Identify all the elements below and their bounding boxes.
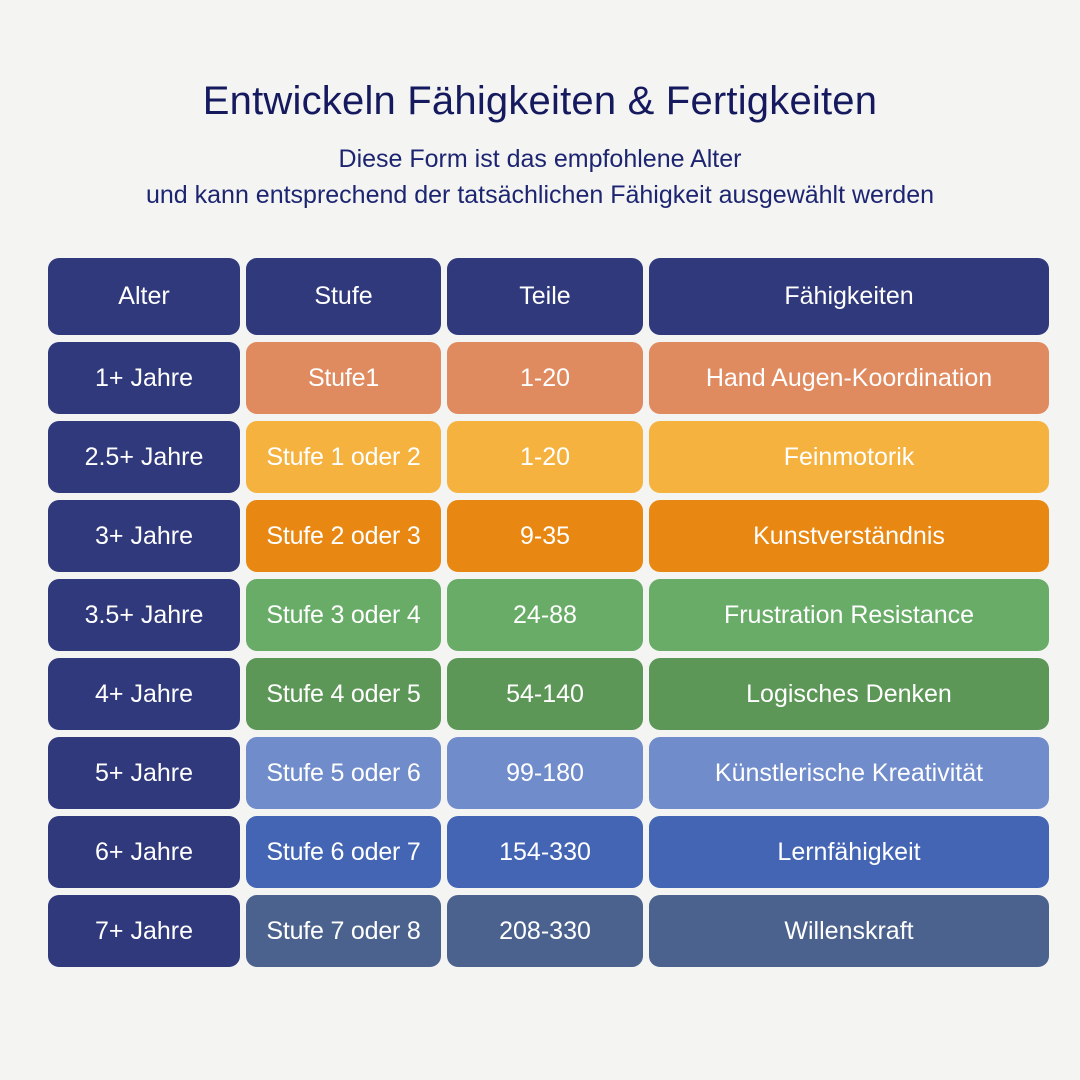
column-header-age: Alter (48, 258, 240, 335)
cell-pieces: 99-180 (447, 737, 643, 809)
cell-skill: Kunstverständnis (649, 500, 1049, 572)
column-header-stage: Stufe (246, 258, 441, 335)
page-title: Entwickeln Fähigkeiten & Fertigkeiten (202, 79, 878, 123)
cell-stage: Stufe1 (246, 342, 441, 414)
table-row: 4+ Jahre Stufe 4 oder 5 54-140 Logisches… (48, 658, 1049, 730)
subtitle-line-1: Diese Form ist das empfohlene Alter (338, 145, 742, 173)
cell-age: 2.5+ Jahre (48, 421, 240, 493)
page-subtitle: Diese Form ist das empfohlene Alter und … (60, 142, 1020, 213)
cell-age: 1+ Jahre (48, 342, 240, 414)
cell-age: 4+ Jahre (48, 658, 240, 730)
heading-block: Entwickeln Fähigkeiten & Fertigkeiten Di… (0, 0, 1080, 213)
cell-stage: Stufe 6 oder 7 (246, 816, 441, 888)
cell-pieces: 208-330 (447, 895, 643, 967)
cell-age: 3+ Jahre (48, 500, 240, 572)
table-row: 7+ Jahre Stufe 7 oder 8 208-330 Willensk… (48, 895, 1049, 967)
infographic-page: Entwickeln Fähigkeiten & Fertigkeiten Di… (0, 0, 1080, 1080)
cell-skill: Willenskraft (649, 895, 1049, 967)
skills-table: Alter Stufe Teile Fähigkeiten 1+ Jahre S… (48, 258, 1049, 967)
cell-stage: Stufe 2 oder 3 (246, 500, 441, 572)
column-header-skills: Fähigkeiten (649, 258, 1049, 335)
table-row: 3.5+ Jahre Stufe 3 oder 4 24-88 Frustrat… (48, 579, 1049, 651)
cell-stage: Stufe 5 oder 6 (246, 737, 441, 809)
subtitle-line-2: und kann entsprechend der tatsächlichen … (145, 180, 934, 209)
cell-skill: Feinmotorik (649, 421, 1049, 493)
cell-age: 3.5+ Jahre (48, 579, 240, 651)
cell-skill: Logisches Denken (649, 658, 1049, 730)
table-row: 5+ Jahre Stufe 5 oder 6 99-180 Künstleri… (48, 737, 1049, 809)
cell-skill: Frustration Resistance (649, 579, 1049, 651)
cell-pieces: 9-35 (447, 500, 643, 572)
cell-pieces: 1-20 (447, 342, 643, 414)
cell-pieces: 1-20 (447, 421, 643, 493)
table-row: 2.5+ Jahre Stufe 1 oder 2 1-20 Feinmotor… (48, 421, 1049, 493)
table-row: 3+ Jahre Stufe 2 oder 3 9-35 Kunstverstä… (48, 500, 1049, 572)
cell-skill: Hand Augen-Koordination (649, 342, 1049, 414)
table-row: 1+ Jahre Stufe1 1-20 Hand Augen-Koordina… (48, 342, 1049, 414)
cell-pieces: 154-330 (447, 816, 643, 888)
column-header-pieces: Teile (447, 258, 643, 335)
cell-skill: Lernfähigkeit (649, 816, 1049, 888)
cell-skill: Künstlerische Kreativität (649, 737, 1049, 809)
cell-age: 6+ Jahre (48, 816, 240, 888)
cell-stage: Stufe 7 oder 8 (246, 895, 441, 967)
table-row: 6+ Jahre Stufe 6 oder 7 154-330 Lernfähi… (48, 816, 1049, 888)
cell-age: 5+ Jahre (48, 737, 240, 809)
cell-pieces: 24-88 (447, 579, 643, 651)
cell-stage: Stufe 4 oder 5 (246, 658, 441, 730)
table-header-row: Alter Stufe Teile Fähigkeiten (48, 258, 1049, 335)
cell-pieces: 54-140 (447, 658, 643, 730)
cell-stage: Stufe 3 oder 4 (246, 579, 441, 651)
cell-age: 7+ Jahre (48, 895, 240, 967)
cell-stage: Stufe 1 oder 2 (246, 421, 441, 493)
